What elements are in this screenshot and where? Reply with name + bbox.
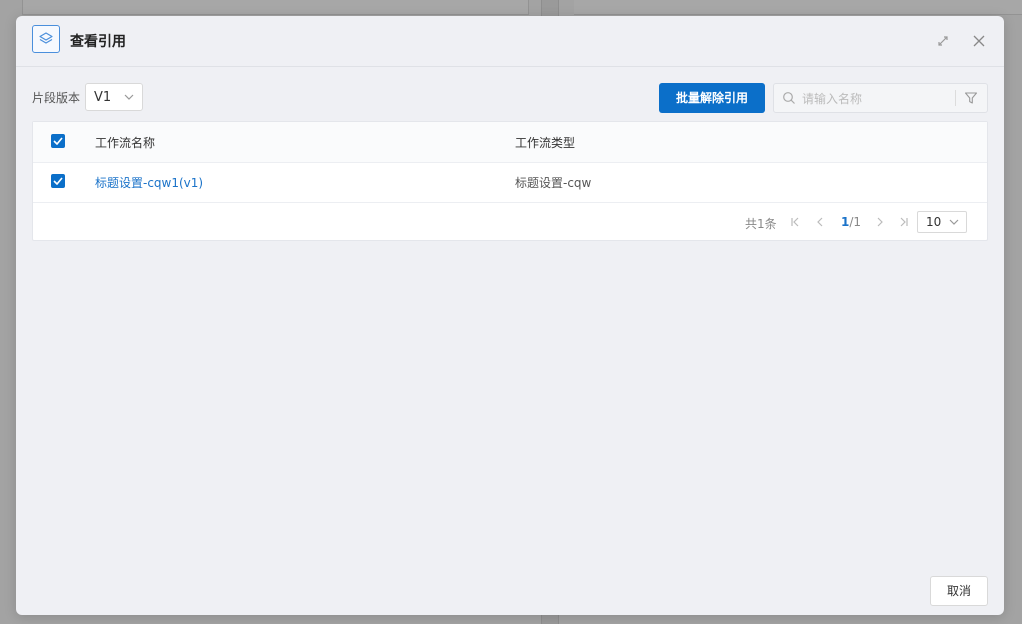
layers-icon — [32, 25, 60, 53]
view-references-dialog: 查看引用 片段版本 V1 批量解除引用 请输入名称 工作流名称 工作流类型 标题… — [16, 16, 1004, 615]
background-right-header — [574, 0, 1022, 15]
total-pages: /1 — [849, 215, 862, 229]
next-page-icon[interactable] — [874, 215, 886, 229]
search-box — [773, 83, 988, 113]
chevron-down-icon — [949, 219, 959, 225]
expand-icon[interactable] — [935, 33, 951, 49]
dialog-header: 查看引用 — [16, 16, 1004, 67]
table-header-row: 工作流名称 工作流类型 — [33, 122, 987, 163]
cancel-button[interactable]: 取消 — [930, 576, 988, 606]
version-select[interactable]: V1 — [85, 83, 143, 111]
chevron-down-icon — [124, 94, 134, 100]
batch-remove-references-button[interactable]: 批量解除引用 — [659, 83, 765, 113]
page-size-value: 10 — [926, 215, 942, 229]
references-table: 工作流名称 工作流类型 标题设置-cqw1(v1) 标题设置-cqw 共1条 1… — [32, 121, 988, 241]
prev-page-icon[interactable] — [814, 215, 826, 229]
search-input[interactable] — [800, 88, 954, 110]
close-icon[interactable] — [971, 33, 987, 49]
page-indicator: 1/1 — [841, 215, 861, 229]
workflow-name-link[interactable]: 标题设置-cqw1(v1) — [95, 174, 203, 191]
last-page-icon[interactable] — [898, 215, 910, 229]
row-checkbox[interactable] — [51, 174, 65, 188]
checkmark-icon — [53, 177, 63, 185]
column-header-workflow-name: 工作流名称 — [95, 136, 156, 150]
select-all-checkbox[interactable] — [51, 134, 65, 148]
dialog-title: 查看引用 — [70, 34, 126, 50]
pagination: 共1条 1/1 10 — [33, 203, 987, 241]
version-value: V1 — [94, 90, 112, 105]
column-header-workflow-type: 工作流类型 — [515, 136, 576, 150]
search-icon — [783, 92, 795, 104]
first-page-icon[interactable] — [789, 215, 801, 229]
background-left-header — [22, 0, 529, 15]
filter-icon[interactable] — [964, 91, 978, 105]
table-row: 标题设置-cqw1(v1) 标题设置-cqw — [33, 162, 987, 203]
search-divider — [955, 90, 956, 106]
checkmark-icon — [53, 137, 63, 145]
version-label: 片段版本 — [32, 91, 81, 105]
pagination-total: 共1条 — [745, 217, 777, 231]
workflow-type-cell: 标题设置-cqw — [515, 176, 592, 190]
page-size-select[interactable]: 10 — [917, 211, 967, 233]
